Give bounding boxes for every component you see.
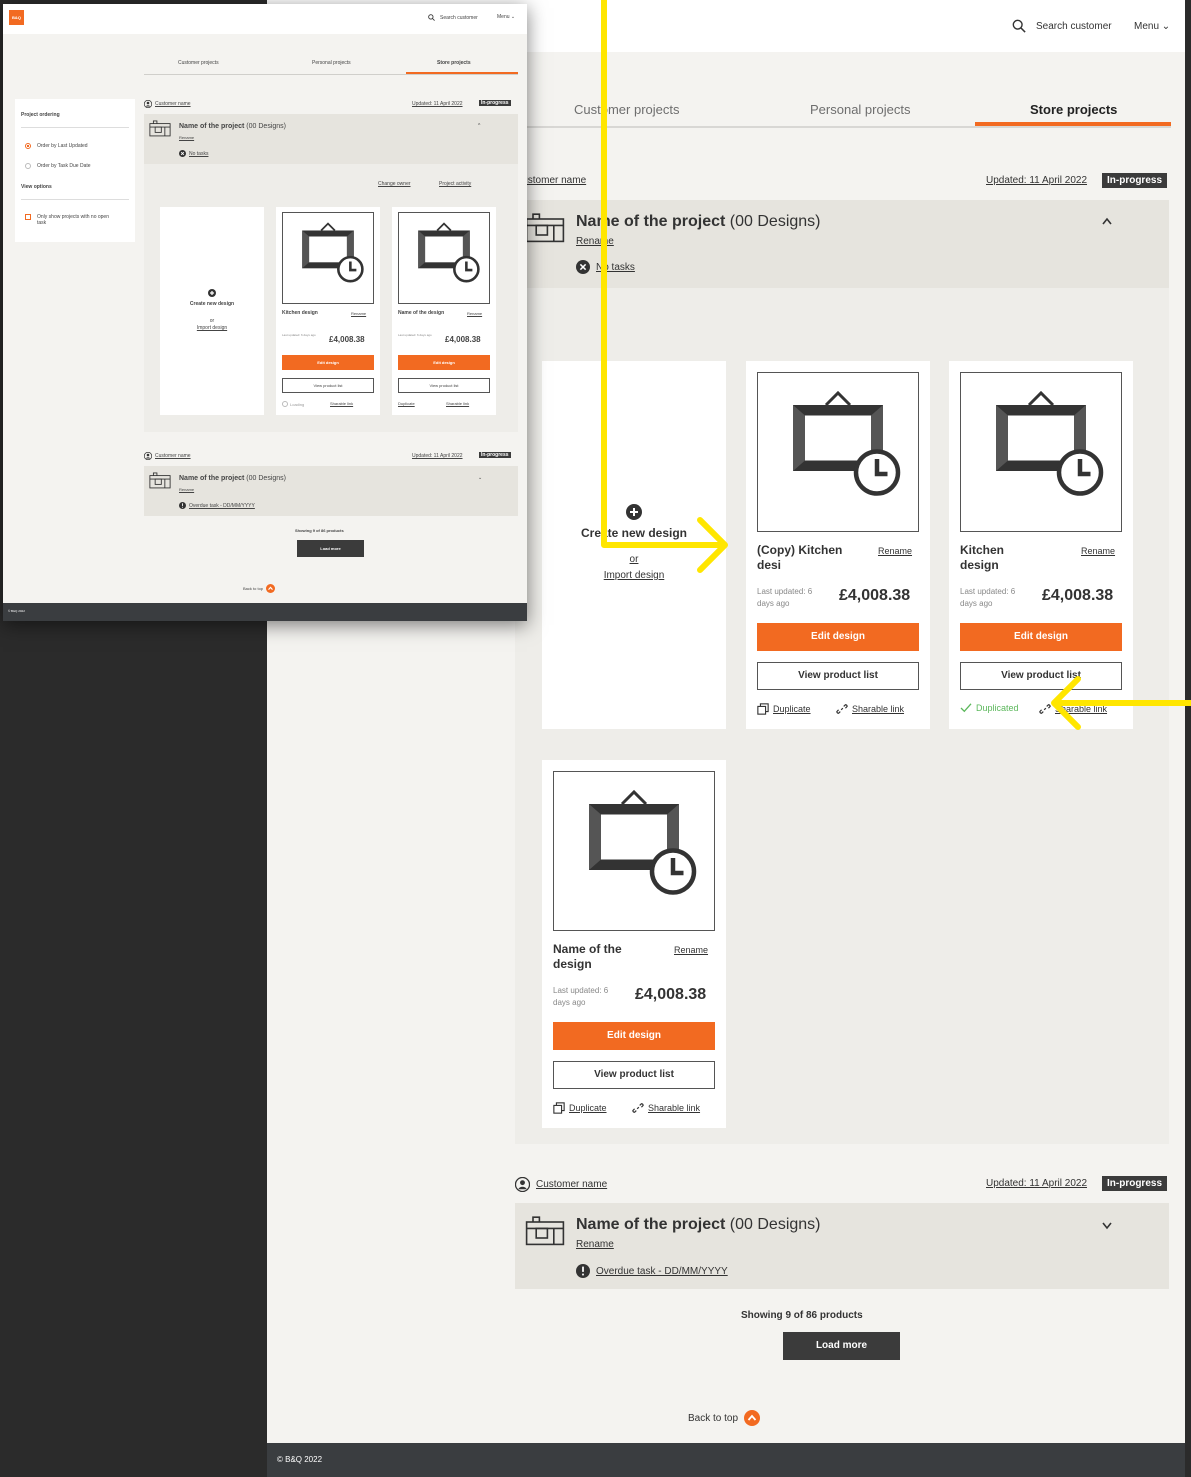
annotation-arrow-create [601,0,726,548]
annotation-arrows [601,0,1191,730]
